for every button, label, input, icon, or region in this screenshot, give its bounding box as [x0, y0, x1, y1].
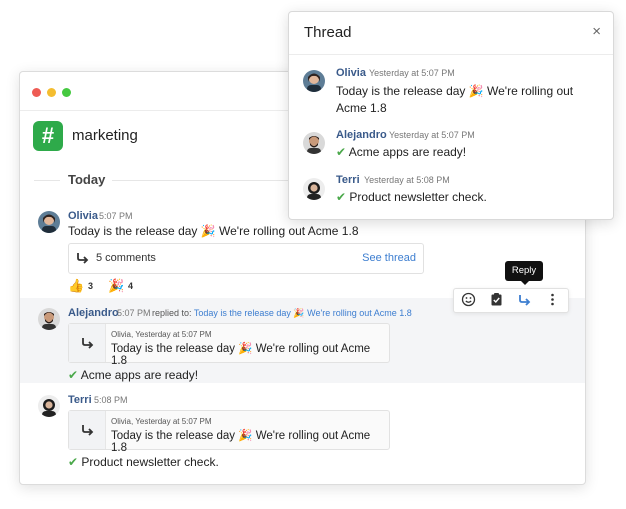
divider — [289, 54, 613, 55]
message-text: ✔ Product newsletter check. — [68, 455, 219, 469]
avatar-terri[interactable] — [38, 395, 60, 417]
channel-name[interactable]: marketing — [72, 127, 138, 144]
check-icon: ✔ — [68, 455, 79, 469]
avatar-olivia[interactable] — [303, 70, 325, 92]
quoted-message[interactable]: Olivia, Yesterday at 5:07 PM Today is th… — [68, 323, 390, 367]
quote-bar — [69, 324, 106, 362]
reply-arrow-icon — [82, 425, 94, 436]
channel-hash-icon: # — [33, 121, 63, 151]
reply-tooltip: Reply — [505, 261, 543, 285]
message-time: 5:07 PM — [117, 308, 151, 318]
reaction-thumbs-up[interactable]: 👍 — [68, 278, 84, 294]
avatar-terri[interactable] — [303, 178, 325, 200]
see-thread-link[interactable]: See thread — [362, 252, 416, 264]
thread-text-content: Product newsletter check. — [349, 190, 487, 204]
avatar-olivia[interactable] — [38, 211, 60, 233]
quoted-message[interactable]: Olivia, Yesterday at 5:07 PM Today is th… — [68, 410, 390, 454]
task-icon[interactable] — [488, 292, 505, 309]
reply-arrow-icon — [75, 250, 90, 270]
thread-author[interactable]: Terri — [336, 174, 360, 186]
message-text-content: Acme apps are ready! — [80, 368, 199, 382]
replied-to-prefix: replied to: — [152, 308, 192, 318]
zoom-window-button[interactable] — [62, 88, 71, 97]
quote-meta: Olivia, Yesterday at 5:07 PM — [111, 330, 212, 339]
reaction-count: 3 — [88, 281, 94, 291]
message-time: 5:08 PM — [94, 395, 128, 405]
message-actions-toolbar — [453, 288, 569, 313]
thread-time: Yesterday at 5:07 PM — [369, 68, 455, 78]
quote-meta: Olivia, Yesterday at 5:07 PM — [111, 417, 212, 426]
replied-to: replied to: Today is the release day 🎉 W… — [152, 308, 412, 319]
message-text: ✔ Acme apps are ready! — [68, 368, 198, 382]
more-icon[interactable] — [544, 292, 561, 309]
check-icon: ✔ — [68, 368, 79, 382]
message-text: Today is the release day 🎉 We're rolling… — [68, 224, 359, 238]
check-icon: ✔ — [336, 190, 347, 204]
thread-summary[interactable]: 5 comments See thread — [68, 243, 424, 274]
quote-bar — [69, 411, 106, 449]
avatar-alejandro[interactable] — [303, 132, 325, 154]
thread-title: Thread — [304, 24, 352, 41]
comment-count: 5 comments — [96, 252, 156, 264]
close-icon[interactable]: × — [592, 23, 601, 40]
reaction-party[interactable]: 🎉 — [108, 278, 124, 294]
thread-time: Yesterday at 5:07 PM — [389, 130, 475, 140]
close-window-button[interactable] — [32, 88, 41, 97]
minimize-window-button[interactable] — [47, 88, 56, 97]
thread-panel: Thread × Olivia Yesterday at 5:07 PM Tod… — [288, 11, 614, 220]
reply-arrow-icon — [82, 338, 94, 349]
message-text-content: Product newsletter check. — [81, 455, 219, 469]
message-time: 5:07 PM — [99, 211, 133, 221]
replied-to-link[interactable]: Today is the release day 🎉 We're rolling… — [194, 308, 412, 318]
divider — [112, 180, 292, 181]
thread-text: ✔ Acme apps are ready! — [336, 145, 466, 159]
message-author[interactable]: Olivia — [68, 210, 98, 222]
day-separator: Today — [68, 172, 106, 187]
message-author[interactable]: Terri — [68, 394, 92, 406]
smile-icon[interactable] — [460, 292, 477, 309]
quote-text: Today is the release day 🎉 We're rolling… — [111, 343, 371, 367]
thread-text-content: Acme apps are ready! — [348, 145, 467, 159]
thread-author[interactable]: Alejandro — [336, 129, 387, 141]
thread-time: Yesterday at 5:08 PM — [364, 175, 450, 185]
divider — [34, 180, 60, 181]
quote-text: Today is the release day 🎉 We're rolling… — [111, 430, 371, 454]
message-author[interactable]: Alejandro — [68, 307, 119, 319]
thread-text: ✔ Product newsletter check. — [336, 190, 487, 204]
thread-text: Today is the release day 🎉 We're rolling… — [336, 84, 574, 115]
thread-author[interactable]: Olivia — [336, 67, 366, 79]
avatar-alejandro[interactable] — [38, 308, 60, 330]
check-icon: ✔ — [336, 145, 347, 159]
reaction-count: 4 — [128, 281, 134, 291]
reply-icon[interactable] — [516, 292, 533, 309]
